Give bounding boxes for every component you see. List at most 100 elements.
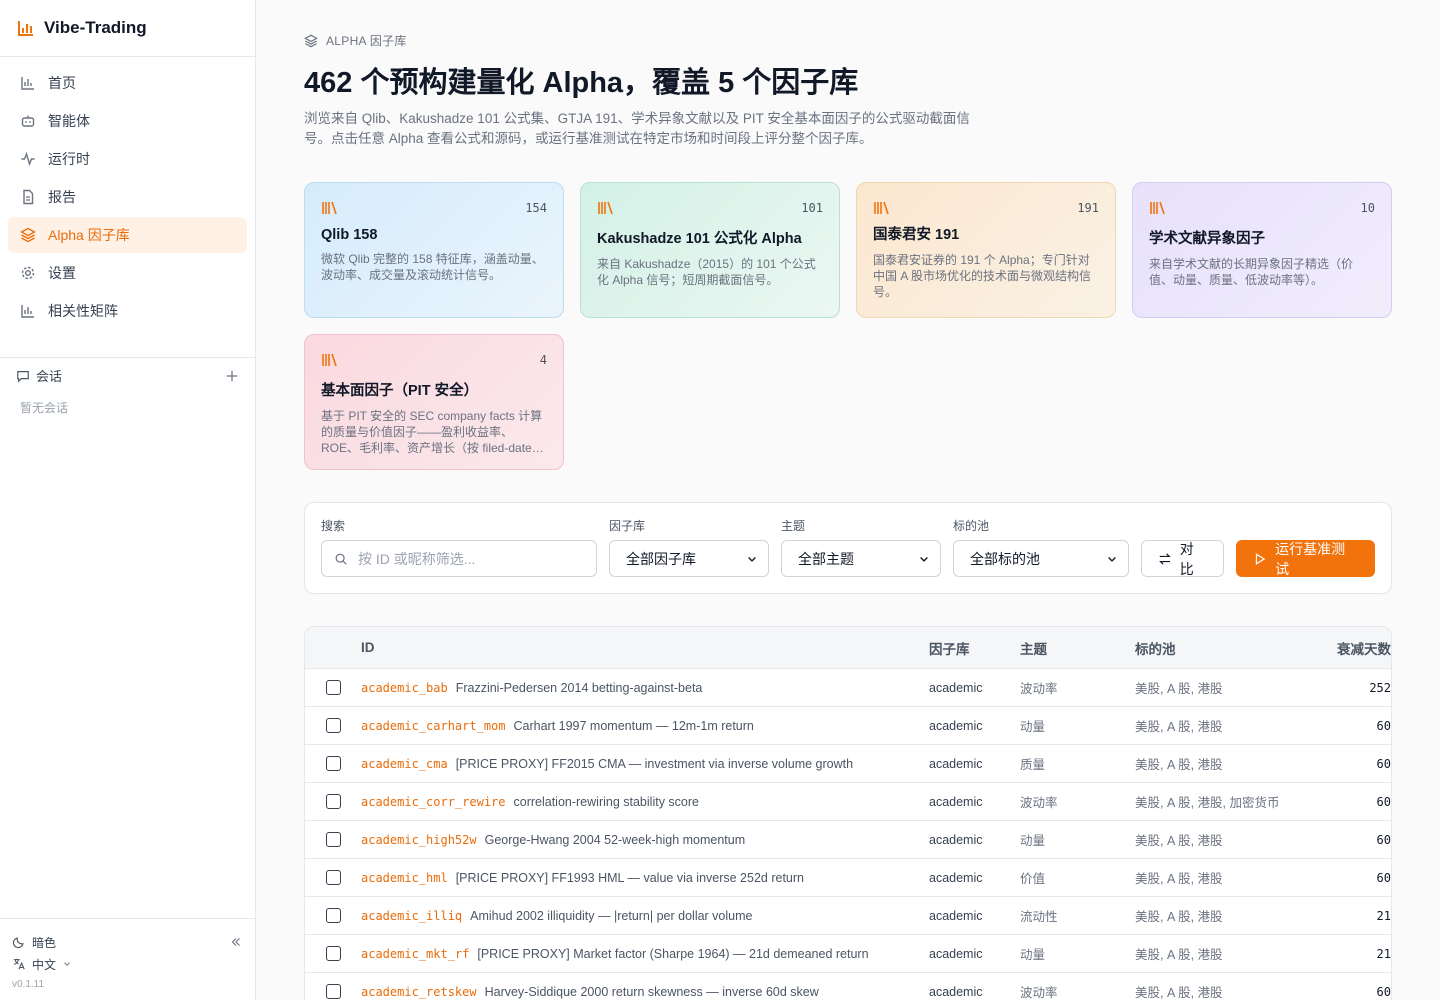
library-title: Kakushadze 101 公式化 Alpha: [597, 231, 802, 247]
main-content: ALPHA 因子库 462 个预构建量化 Alpha，覆盖 5 个因子库 浏览来…: [256, 0, 1440, 1000]
alpha-decay: 60: [1376, 984, 1391, 999]
alpha-id-link[interactable]: academic_illiq: [361, 909, 462, 923]
row-checkbox[interactable]: [325, 680, 341, 695]
alpha-id-link[interactable]: academic_high52w: [361, 833, 477, 847]
alpha-name: [PRICE PROXY] FF1993 HML — value via inv…: [455, 870, 804, 885]
table-row[interactable]: academic_bab Frazzini-Pedersen 2014 betti…: [305, 669, 1391, 707]
library-card-fundamental[interactable]: 4 基本面因子（PIT 安全） 基于 PIT 安全的 SEC company f…: [304, 334, 564, 470]
alpha-theme: 动量: [1020, 948, 1046, 962]
library-title: 国泰君安 191: [873, 227, 960, 243]
library-card-kakushadze[interactable]: 101 Kakushadze 101 公式化 Alpha 来自 Kakushad…: [580, 182, 840, 318]
alpha-pool: 美股, A 股, 港股: [1135, 834, 1223, 848]
theme-select[interactable]: 全部主题: [781, 540, 941, 577]
alpha-library: academic: [929, 756, 983, 771]
nav-item-home[interactable]: 首页: [8, 65, 247, 101]
alpha-name: Carhart 1997 momentum — 12m-1m return: [513, 718, 754, 733]
pool-select[interactable]: 全部标的池: [953, 540, 1129, 577]
gear-icon: [20, 265, 36, 281]
alpha-id-link[interactable]: academic_corr_rewire: [361, 795, 506, 809]
table-row[interactable]: academic_hml [PRICE PROXY] FF1993 HML — v…: [305, 859, 1391, 897]
language-selector[interactable]: 中文: [12, 956, 72, 973]
library-card-qlib[interactable]: 154 Qlib 158 微软 Qlib 完整的 158 特征库，涵盖动量、波动…: [304, 182, 564, 318]
compare-button[interactable]: 对比: [1141, 540, 1225, 577]
library-select[interactable]: 全部因子库: [609, 540, 769, 577]
row-checkbox[interactable]: [325, 794, 341, 809]
header-decay[interactable]: 衰减天数: [1295, 638, 1391, 658]
alpha-id-link[interactable]: academic_mkt_rf: [361, 947, 469, 961]
file-icon: [20, 189, 36, 205]
table-header: ID 因子库 主题 标的池 衰减天数: [305, 627, 1391, 669]
alpha-name: correlation-rewiring stability score: [513, 794, 699, 809]
brand[interactable]: Vibe-Trading: [0, 0, 255, 57]
bar-chart-icon: [20, 75, 36, 91]
alpha-decay: 252: [1369, 680, 1391, 695]
run-benchmark-button[interactable]: 运行基准测试: [1236, 540, 1375, 577]
nav-item-settings[interactable]: 设置: [8, 255, 247, 291]
alpha-decay: 21: [1376, 908, 1391, 923]
table-row[interactable]: academic_high52w George-Hwang 2004 52-wee…: [305, 821, 1391, 859]
activity-icon: [20, 151, 36, 167]
row-checkbox[interactable]: [325, 984, 341, 999]
alpha-decay: 21: [1376, 946, 1391, 961]
alpha-id-link[interactable]: academic_carhart_mom: [361, 719, 506, 733]
empty-sessions-text: 暂无会话: [20, 401, 69, 415]
bot-icon: [20, 113, 36, 129]
pool-filter-label: 标的池: [953, 519, 990, 533]
nav-label: 智能体: [48, 113, 90, 129]
chevron-down-icon: [1108, 556, 1116, 562]
language-label: 中文: [32, 957, 57, 972]
nav-item-reports[interactable]: 报告: [8, 179, 247, 215]
plus-icon[interactable]: [225, 369, 239, 383]
alpha-theme: 动量: [1020, 834, 1046, 848]
table-row[interactable]: academic_corr_rewire correlation-rewiring…: [305, 783, 1391, 821]
alpha-id-link[interactable]: academic_cma: [361, 757, 448, 771]
alpha-table: ID 因子库 主题 标的池 衰减天数 academic_bab Frazzini-…: [304, 626, 1392, 1000]
chevron-down-icon: [64, 962, 70, 966]
alpha-decay: 60: [1376, 718, 1391, 733]
alpha-name: [PRICE PROXY] FF2015 CMA — investment vi…: [455, 756, 854, 771]
library-icon: [874, 201, 889, 215]
nav-item-agent[interactable]: 智能体: [8, 103, 247, 139]
table-row[interactable]: academic_cma [PRICE PROXY] FF2015 CMA — i…: [305, 745, 1391, 783]
nav-item-runtime[interactable]: 运行时: [8, 141, 247, 177]
page-description: 浏览来自 Qlib、Kakushadze 101 公式集、GTJA 191、学术…: [304, 111, 970, 146]
row-checkbox[interactable]: [325, 908, 341, 923]
nav-item-alpha-library[interactable]: Alpha 因子库: [8, 217, 247, 253]
header-pool[interactable]: 标的池: [1135, 638, 1295, 658]
sessions-title: 会话: [36, 369, 63, 384]
library-count: 101: [801, 201, 823, 215]
alpha-name: Frazzini-Pedersen 2014 betting-against-b…: [455, 680, 703, 695]
row-checkbox[interactable]: [325, 946, 341, 961]
row-checkbox[interactable]: [325, 756, 341, 771]
nav-item-correlation-matrix[interactable]: 相关性矩阵: [8, 293, 247, 329]
nav-label: Alpha 因子库: [48, 227, 130, 243]
nav-label: 运行时: [48, 151, 90, 167]
row-checkbox[interactable]: [325, 832, 341, 847]
nav-label: 设置: [48, 265, 76, 281]
alpha-id-link[interactable]: academic_hml: [361, 871, 448, 885]
table-row[interactable]: academic_carhart_mom Carhart 1997 momentu…: [305, 707, 1391, 745]
alpha-id-link[interactable]: academic_bab: [361, 681, 448, 695]
row-checkbox[interactable]: [325, 870, 341, 885]
library-description: 微软 Qlib 完整的 158 特征库，涵盖动量、波动率、成交量及滚动统计信号。: [321, 252, 544, 282]
alpha-pool: 美股, A 股, 港股: [1135, 720, 1223, 734]
collapse-sidebar-icon[interactable]: [229, 935, 243, 949]
table-row[interactable]: academic_illiq Amihud 2002 illiquidity — …: [305, 897, 1391, 935]
search-field[interactable]: [321, 540, 597, 577]
table-row[interactable]: academic_mkt_rf [PRICE PROXY] Market fact…: [305, 935, 1391, 973]
theme-toggle[interactable]: 暗色: [12, 934, 56, 951]
library-card-gtja[interactable]: 191 国泰君安 191 国泰君安证券的 191 个 Alpha；专门针对中国 …: [856, 182, 1116, 318]
search-input[interactable]: [358, 550, 578, 567]
alpha-pool: 美股, A 股, 港股: [1135, 872, 1223, 886]
table-row[interactable]: academic_retskew Harvey-Siddique 2000 ret…: [305, 973, 1391, 1000]
header-library[interactable]: 因子库: [929, 638, 1020, 658]
layers-icon: [20, 227, 36, 243]
alpha-id-link[interactable]: academic_retskew: [361, 985, 477, 999]
header-theme[interactable]: 主题: [1020, 638, 1135, 658]
main-nav: 首页 智能体 运行时 报告 Alpha 因子库 设置 相关性矩阵: [0, 57, 255, 339]
alpha-library: academic: [929, 794, 983, 809]
row-checkbox[interactable]: [325, 718, 341, 733]
eyebrow-label: ALPHA 因子库: [326, 34, 407, 48]
library-card-academic[interactable]: 10 学术文献异象因子 来自学术文献的长期异象因子精选（价值、动量、质量、低波动…: [1132, 182, 1392, 318]
header-id[interactable]: ID: [361, 640, 929, 655]
